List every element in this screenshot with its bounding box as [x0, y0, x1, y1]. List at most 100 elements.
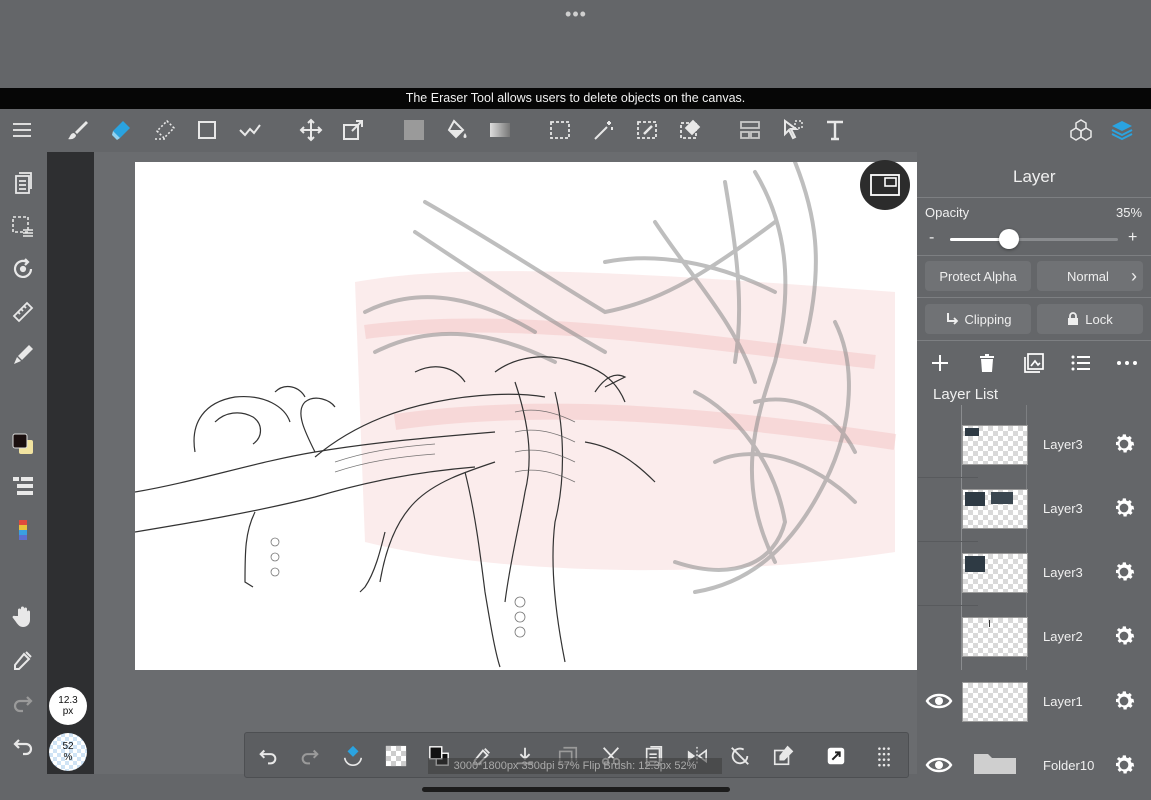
- layer-list-icon[interactable]: [9, 472, 37, 500]
- gear-icon[interactable]: [1111, 688, 1137, 714]
- status-text: 3000*1800px 350dpi 57% Flip Brush: 12.3p…: [428, 758, 722, 774]
- brush-size-indicator[interactable]: 12.3 px: [49, 687, 87, 725]
- opacity-decrease-button[interactable]: -: [929, 229, 934, 247]
- gear-icon[interactable]: [1111, 623, 1137, 649]
- gear-icon[interactable]: [1111, 431, 1137, 457]
- layer-thumbnail: [962, 553, 1028, 593]
- layer-list-heading: Layer List: [933, 386, 999, 403]
- transparent-icon[interactable]: [383, 743, 409, 769]
- opacity-slider[interactable]: [950, 229, 1118, 249]
- opacity-slider-thumb[interactable]: [998, 229, 1019, 249]
- folder-row[interactable]: Folder10: [917, 734, 1151, 774]
- blend-mode-value: Normal: [1067, 268, 1109, 284]
- pen-bezier-icon[interactable]: [235, 115, 265, 145]
- eye-icon[interactable]: [925, 690, 953, 712]
- delete-layer-icon[interactable]: [976, 352, 998, 374]
- opacity-increase-button[interactable]: +: [1128, 229, 1137, 247]
- layer-row[interactable]: Layer3: [917, 413, 1151, 477]
- color-swatch-icon[interactable]: [9, 430, 37, 458]
- undo-icon[interactable]: [9, 732, 37, 760]
- select-arrow-icon[interactable]: [778, 115, 808, 145]
- grid-icon[interactable]: [871, 743, 897, 769]
- clipping-label: Clipping: [964, 311, 1012, 327]
- layer-name: Layer3: [1043, 565, 1083, 580]
- layer-thumbnail: [962, 682, 1028, 722]
- layers-icon[interactable]: [1107, 115, 1137, 145]
- gradient-icon[interactable]: [485, 115, 515, 145]
- move-icon[interactable]: [296, 115, 326, 145]
- redo-icon[interactable]: [9, 689, 37, 717]
- transform-select-icon[interactable]: [340, 743, 366, 769]
- divider: [917, 340, 1151, 341]
- gear-icon[interactable]: [1111, 752, 1137, 774]
- divider: [917, 297, 1151, 298]
- edit-icon[interactable]: [770, 743, 796, 769]
- undo-icon[interactable]: [255, 743, 281, 769]
- brush-opacity-value: 52: [62, 741, 74, 752]
- rectangle-icon[interactable]: [192, 115, 222, 145]
- opacity-label: Opacity: [925, 205, 970, 220]
- ruler-icon[interactable]: [9, 298, 37, 326]
- bucket-icon[interactable]: [442, 115, 472, 145]
- divider: [917, 197, 1151, 198]
- hand-icon[interactable]: [9, 603, 37, 631]
- drawing-canvas[interactable]: [135, 162, 917, 670]
- left-sidebar: [0, 152, 47, 800]
- export-icon[interactable]: [823, 743, 849, 769]
- folder-name: Folder10: [1043, 758, 1095, 773]
- more-options-icon[interactable]: [1116, 352, 1138, 374]
- color-palette-icon[interactable]: [9, 516, 37, 544]
- brush-icon[interactable]: [63, 115, 93, 145]
- eye-icon[interactable]: [925, 754, 953, 774]
- opacity-value: 35%: [1116, 205, 1143, 220]
- materials-icon[interactable]: [1066, 115, 1096, 145]
- pages-icon[interactable]: [9, 169, 37, 197]
- navigator-button[interactable]: [860, 160, 910, 210]
- text-icon[interactable]: [820, 115, 850, 145]
- layer-image-icon[interactable]: [1023, 352, 1045, 374]
- add-layer-icon[interactable]: [929, 352, 951, 374]
- navigator-icon: [870, 174, 900, 196]
- panel-title: Layer: [1013, 167, 1056, 186]
- left-sidebar-strip: [47, 152, 94, 774]
- redo-icon[interactable]: [297, 743, 323, 769]
- fill-pen-icon[interactable]: [9, 341, 37, 369]
- transform-icon[interactable]: [338, 115, 368, 145]
- gear-icon[interactable]: [1111, 495, 1137, 521]
- home-indicator[interactable]: [422, 787, 730, 792]
- layer-name: Layer2: [1043, 629, 1083, 644]
- chevron-right-icon: ›: [1131, 265, 1137, 286]
- layout-icon[interactable]: [735, 115, 765, 145]
- multitask-dots[interactable]: •••: [560, 4, 592, 24]
- rotate-icon[interactable]: [9, 255, 37, 283]
- blur-eraser-icon[interactable]: [150, 115, 180, 145]
- magic-wand-icon[interactable]: [589, 115, 619, 145]
- lock-button[interactable]: Lock: [1037, 304, 1143, 334]
- rotate-off-icon[interactable]: [727, 743, 753, 769]
- layer-row[interactable]: Layer1: [917, 670, 1151, 734]
- layer-list-options-icon[interactable]: [1070, 352, 1092, 374]
- layer-row[interactable]: Layer3: [917, 541, 1151, 605]
- eyedropper-icon[interactable]: [9, 646, 37, 674]
- blend-mode-select[interactable]: Normal ›: [1037, 261, 1143, 291]
- selection-icon[interactable]: [545, 115, 575, 145]
- brush-size-value: 12.3: [58, 695, 78, 706]
- gear-icon[interactable]: [1111, 559, 1137, 585]
- brush-opacity-indicator[interactable]: 52 %: [49, 733, 87, 771]
- select-eraser-icon[interactable]: [675, 115, 705, 145]
- eraser-icon[interactable]: [106, 115, 136, 145]
- menu-icon[interactable]: [7, 115, 37, 145]
- layer-thumbnail: [962, 425, 1028, 465]
- layer-name: Layer3: [1043, 437, 1083, 452]
- select-pen-icon[interactable]: [632, 115, 662, 145]
- selection-list-icon[interactable]: [9, 212, 37, 240]
- layer-row[interactable]: Layer3: [917, 477, 1151, 541]
- brush-size-unit: px: [62, 706, 74, 717]
- protect-alpha-button[interactable]: Protect Alpha: [925, 261, 1031, 291]
- layer-thumbnail: [962, 489, 1028, 529]
- fill-color-icon[interactable]: [399, 115, 429, 145]
- main-toolbar: [0, 109, 1151, 152]
- layer-row[interactable]: Layer2: [917, 605, 1151, 669]
- clipping-button[interactable]: Clipping: [925, 304, 1031, 334]
- divider: [917, 255, 1151, 256]
